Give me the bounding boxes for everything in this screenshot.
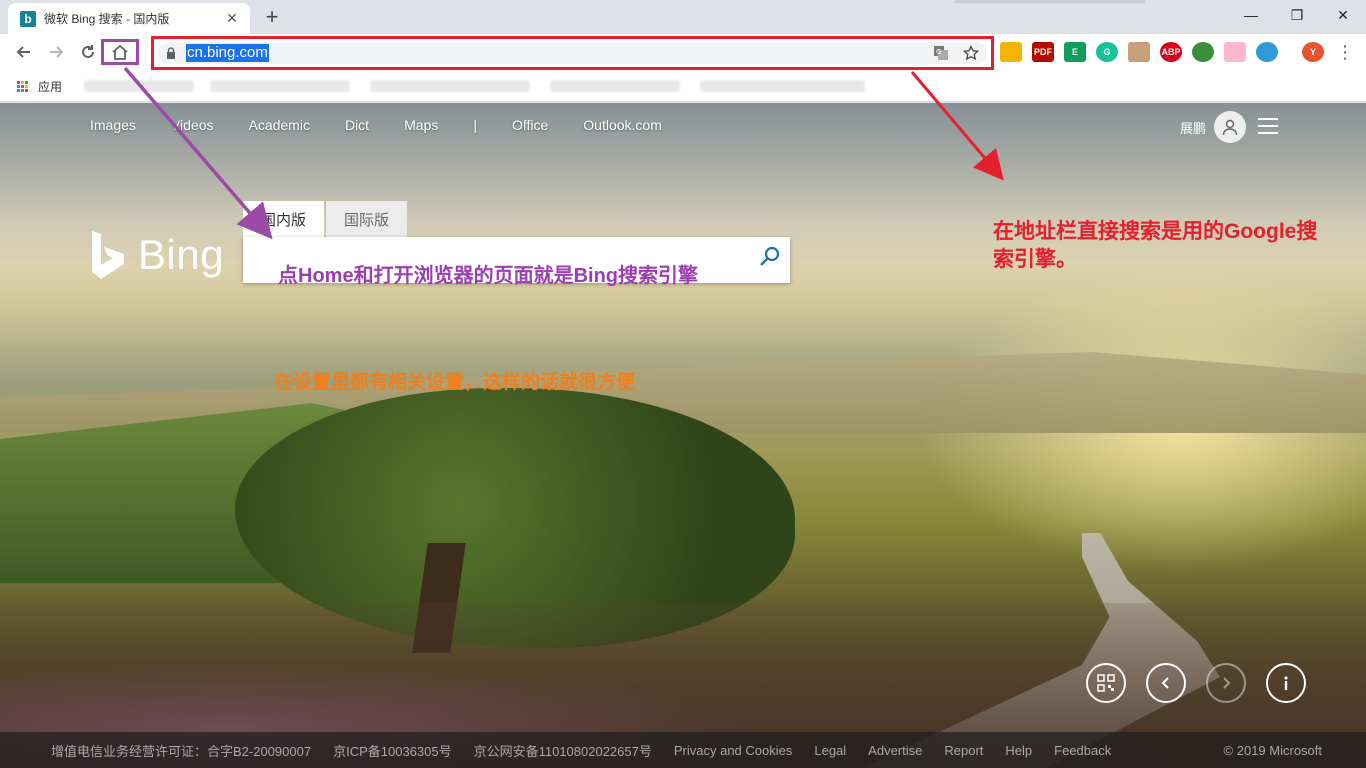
user-avatar[interactable] bbox=[1214, 111, 1246, 143]
footer-copyright: © 2019 Microsoft bbox=[1223, 742, 1322, 758]
tab-international[interactable]: 国际版 bbox=[326, 201, 408, 237]
tab-strip: b 微软 Bing 搜索 - 国内版 ✕ + — ❐ ✕ bbox=[0, 0, 1366, 34]
new-tab-button[interactable]: + bbox=[260, 4, 284, 30]
apps-label: 应用 bbox=[38, 80, 63, 94]
bing-footer: 增值电信业务经营许可证：合字B2-20090007 京ICP备10036305号… bbox=[0, 732, 1366, 768]
extension-icon[interactable] bbox=[1000, 42, 1022, 62]
image-controls bbox=[1086, 663, 1306, 703]
nav-link-maps[interactable]: Maps bbox=[404, 117, 438, 133]
bookmark-item-blurred[interactable] bbox=[210, 80, 350, 92]
nav-link-academic[interactable]: Academic bbox=[248, 117, 309, 133]
bookmark-item-blurred[interactable] bbox=[550, 80, 680, 92]
footer-advertise[interactable]: Advertise bbox=[868, 743, 922, 758]
address-bar[interactable]: cn.bing.com G bbox=[158, 42, 987, 64]
footer-feedback[interactable]: Feedback bbox=[1054, 743, 1111, 758]
window-controls: — ❐ ✕ bbox=[1228, 0, 1366, 30]
nav-link-office[interactable]: Office bbox=[512, 117, 548, 133]
bing-b-icon bbox=[92, 231, 124, 279]
nav-link-videos[interactable]: Videos bbox=[171, 117, 214, 133]
window-drag-area bbox=[955, 0, 1145, 3]
reload-button[interactable] bbox=[74, 38, 102, 66]
reload-icon bbox=[82, 45, 94, 58]
nav-separator: | bbox=[473, 117, 477, 133]
bing-favicon-icon: b bbox=[20, 10, 36, 27]
apps-grid-icon bbox=[17, 80, 29, 93]
arrow-left-icon bbox=[16, 46, 30, 58]
bing-homepage: Images Videos Academic Dict Maps | Offic… bbox=[0, 103, 1366, 768]
extension-icon[interactable]: E bbox=[1064, 42, 1086, 62]
bing-wordmark: Bing bbox=[138, 231, 225, 278]
extension-icons: PDF E G ABP Y bbox=[1000, 42, 1324, 62]
footer-help[interactable]: Help bbox=[1005, 743, 1032, 758]
search-scope-tabs: 国内版 国际版 bbox=[243, 201, 408, 237]
bing-logo: Bing bbox=[90, 230, 224, 280]
back-button[interactable] bbox=[10, 38, 38, 66]
address-bar-highlight: cn.bing.com G bbox=[151, 36, 994, 70]
browser-menu-icon[interactable]: ⋮ bbox=[1336, 42, 1354, 63]
user-icon bbox=[1222, 119, 1238, 136]
user-account[interactable]: 展鹏 bbox=[1180, 111, 1246, 143]
extension-icon[interactable] bbox=[1192, 42, 1214, 62]
browser-toolbar: cn.bing.com G PDF E G ABP Y ⋮ bbox=[0, 34, 1366, 70]
extension-icon[interactable] bbox=[1224, 42, 1246, 62]
info-icon bbox=[1284, 676, 1288, 690]
adblock-icon[interactable]: ABP bbox=[1160, 42, 1182, 62]
tab-title: 微软 Bing 搜索 - 国内版 bbox=[44, 12, 170, 26]
bookmark-star-icon[interactable] bbox=[963, 45, 979, 61]
svg-text:G: G bbox=[936, 48, 941, 56]
home-icon bbox=[112, 44, 128, 60]
extension-icon[interactable]: PDF bbox=[1032, 42, 1054, 62]
image-info-button[interactable] bbox=[1266, 663, 1306, 703]
translate-icon[interactable]: G bbox=[933, 45, 949, 61]
chevron-left-icon bbox=[1161, 677, 1169, 689]
search-icon[interactable] bbox=[758, 245, 782, 269]
previous-image-button[interactable] bbox=[1146, 663, 1186, 703]
annotation-red: 在地址栏直接搜索是用的Google搜索引擎。 bbox=[993, 220, 1318, 271]
qr-code-icon bbox=[1097, 674, 1115, 692]
chevron-right-icon bbox=[1223, 677, 1231, 689]
lock-icon bbox=[167, 47, 175, 59]
footer-icp[interactable]: 京ICP备10036305号 bbox=[333, 741, 452, 760]
qr-code-button[interactable] bbox=[1086, 663, 1126, 703]
footer-privacy[interactable]: Privacy and Cookies bbox=[674, 743, 793, 758]
extension-icon[interactable] bbox=[1256, 42, 1278, 62]
extension-icon[interactable] bbox=[1128, 42, 1150, 62]
footer-police-record[interactable]: 京公网安备11010802022657号 bbox=[474, 741, 652, 760]
browser-tab-bing[interactable]: b 微软 Bing 搜索 - 国内版 ✕ bbox=[8, 3, 250, 34]
bookmarks-bar: 应用 bbox=[0, 70, 1366, 102]
bookmark-item-blurred[interactable] bbox=[370, 80, 530, 92]
bing-top-nav: Images Videos Academic Dict Maps | Offic… bbox=[90, 117, 697, 133]
tab-close-icon[interactable]: ✕ bbox=[224, 10, 240, 27]
profile-avatar[interactable]: Y bbox=[1302, 42, 1324, 62]
apps-shortcut[interactable]: 应用 bbox=[17, 78, 62, 95]
extension-icon[interactable]: G bbox=[1096, 42, 1118, 62]
nav-link-outlook[interactable]: Outlook.com bbox=[583, 117, 662, 133]
footer-legal[interactable]: Legal bbox=[814, 743, 846, 758]
home-button[interactable] bbox=[101, 39, 139, 65]
bookmark-item-blurred[interactable] bbox=[700, 80, 865, 92]
minimize-button[interactable]: — bbox=[1228, 0, 1274, 30]
maximize-button[interactable]: ❐ bbox=[1274, 0, 1320, 30]
hamburger-menu-icon[interactable] bbox=[1258, 118, 1278, 139]
nav-link-images[interactable]: Images bbox=[90, 117, 136, 133]
annotation-purple: 点Home和打开浏览器的页面就是Bing搜索引擎 bbox=[278, 265, 698, 287]
nav-link-dict[interactable]: Dict bbox=[345, 117, 369, 133]
url-text[interactable]: cn.bing.com bbox=[186, 44, 269, 62]
annotation-orange: 在设置里都有相关设置，这样的话就很方便 bbox=[274, 372, 636, 393]
tab-domestic[interactable]: 国内版 bbox=[243, 201, 325, 237]
footer-report[interactable]: Report bbox=[944, 743, 983, 758]
bookmark-item-blurred[interactable] bbox=[84, 80, 194, 92]
forward-button[interactable] bbox=[42, 38, 70, 66]
arrow-right-icon bbox=[50, 46, 64, 58]
user-name[interactable]: 展鹏 bbox=[1180, 118, 1206, 137]
close-window-button[interactable]: ✕ bbox=[1320, 0, 1366, 30]
next-image-button[interactable] bbox=[1206, 663, 1246, 703]
footer-license[interactable]: 增值电信业务经营许可证：合字B2-20090007 bbox=[51, 741, 311, 760]
